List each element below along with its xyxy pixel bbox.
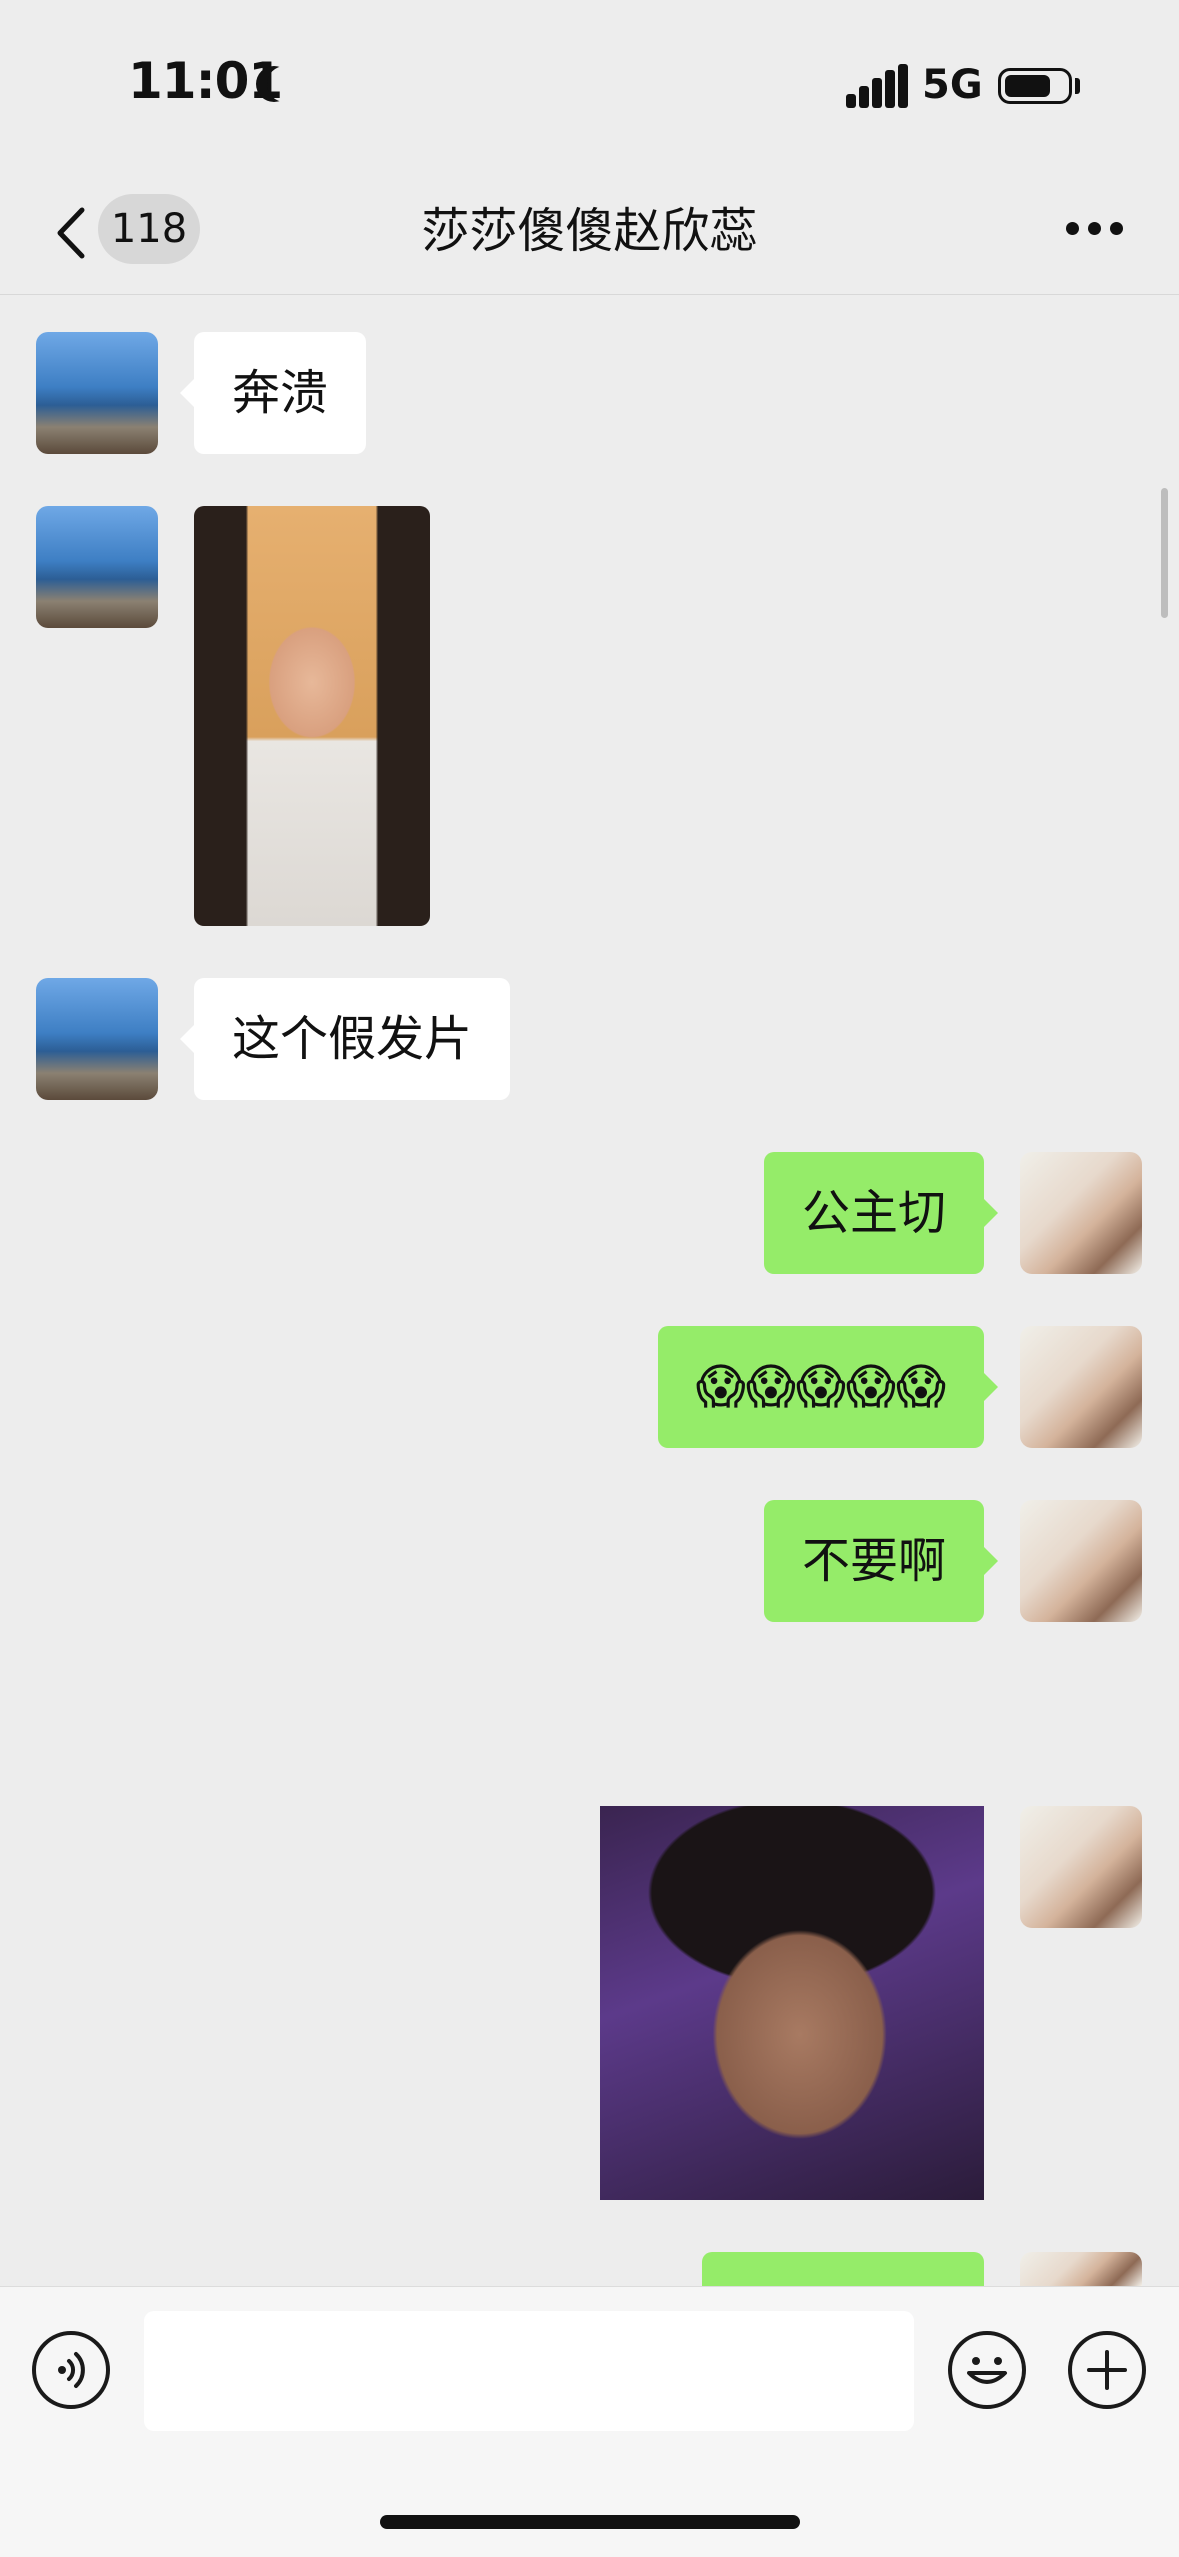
signal-icon [846, 64, 908, 108]
network-label: 5G [922, 62, 983, 108]
home-indicator[interactable] [380, 2515, 800, 2529]
battery-level [1005, 75, 1050, 97]
battery-tip [1075, 78, 1080, 94]
contact-avatar[interactable] [36, 506, 158, 628]
contact-avatar[interactable] [36, 978, 158, 1100]
scroll-indicator[interactable] [1161, 488, 1168, 618]
incoming-message[interactable]: 这个假发片 [194, 978, 511, 1100]
moon-icon [267, 66, 303, 102]
incoming-message[interactable]: 奔溃 [194, 332, 367, 454]
bubble-tail [984, 1199, 998, 1227]
message-input[interactable] [144, 2311, 914, 2431]
chat-header: 118 莎莎傻傻赵欣蕊 [0, 170, 1179, 295]
ellipsis-icon[interactable] [1066, 222, 1124, 238]
outgoing-message[interactable] [702, 2252, 984, 2286]
my-avatar[interactable] [1020, 1500, 1142, 1622]
outgoing-message[interactable]: 不要啊 [763, 1500, 984, 1622]
status-time: 11:01 [128, 52, 283, 110]
my-avatar[interactable] [1020, 2252, 1142, 2286]
voice-icon[interactable] [32, 2331, 110, 2409]
emoji-icon[interactable] [948, 2331, 1026, 2409]
chat-title: 莎莎傻傻赵欣蕊 [421, 203, 758, 259]
my-avatar[interactable] [1020, 1326, 1142, 1448]
meme-photo[interactable] [600, 1806, 984, 2200]
my-avatar[interactable] [1020, 1806, 1142, 1928]
bubble-tail [180, 379, 194, 407]
bubble-tail [984, 1547, 998, 1575]
plus-icon[interactable] [1068, 2331, 1146, 2409]
my-avatar[interactable] [1020, 1152, 1142, 1274]
outgoing-message[interactable]: 😱😱😱😱😱 [657, 1326, 984, 1448]
selfie-photo[interactable] [194, 506, 430, 926]
bubble-tail [180, 1025, 194, 1053]
status-bar: 11:01 5G [0, 0, 1179, 170]
outgoing-message[interactable]: 公主切 [763, 1152, 984, 1274]
bubble-tail [984, 1373, 998, 1401]
contact-avatar[interactable] [36, 332, 158, 454]
battery-icon [998, 68, 1072, 104]
